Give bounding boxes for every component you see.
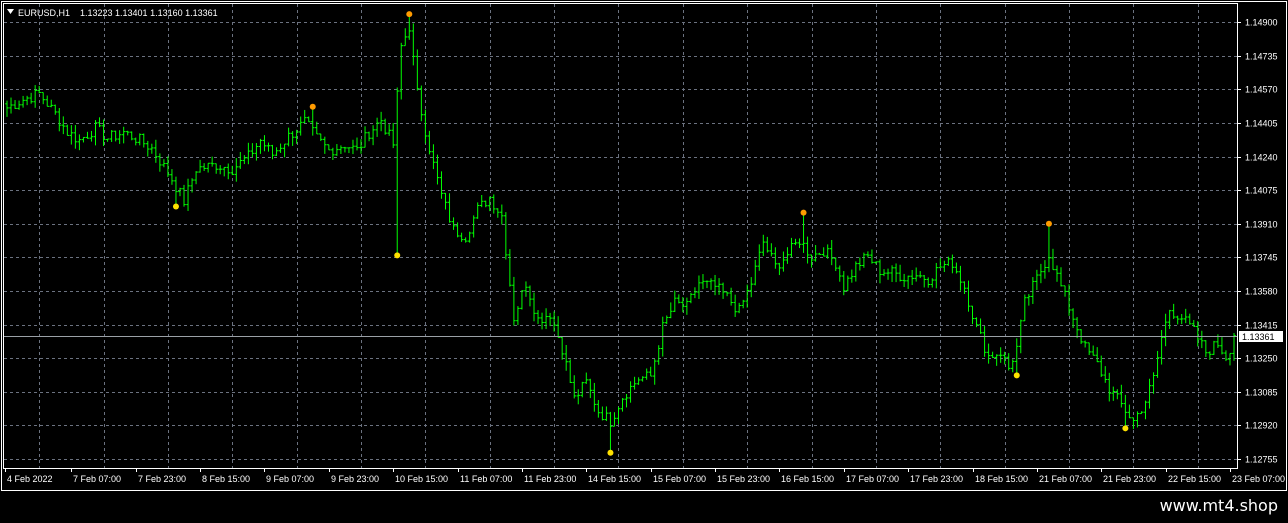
price-axis-label: 1.14900 (1245, 18, 1278, 28)
time-axis-label: 17 Feb 07:00 (846, 474, 899, 484)
price-axis-label: 1.14075 (1245, 186, 1278, 196)
price-axis-label: 1.13085 (1245, 388, 1278, 398)
time-axis-label: 8 Feb 15:00 (202, 474, 250, 484)
time-axis-label: 15 Feb 23:00 (717, 474, 770, 484)
time-axis-label: 7 Feb 07:00 (73, 474, 121, 484)
watermark-text: www.mt4.shop (1160, 496, 1278, 515)
symbol-label: EURUSD,H1 (18, 8, 70, 18)
time-axis-label: 22 Feb 15:00 (1168, 474, 1221, 484)
time-axis-label: 18 Feb 15:00 (975, 474, 1028, 484)
time-axis-label: 4 Feb 2022 (7, 474, 53, 484)
time-axis-label: 14 Feb 15:00 (588, 474, 641, 484)
fractal-low-marker (1122, 425, 1129, 432)
time-axis-label: 23 Feb 07:00 (1232, 474, 1285, 484)
time-axis-label: 9 Feb 23:00 (331, 474, 379, 484)
fractal-high-marker (800, 209, 807, 216)
price-axis-label: 1.13580 (1245, 287, 1278, 297)
price-axis-label: 1.12755 (1245, 455, 1278, 465)
time-axis-label: 17 Feb 23:00 (910, 474, 963, 484)
price-axis-label: 1.13745 (1245, 253, 1278, 263)
fractal-high-marker (309, 103, 316, 110)
time-axis-label: 21 Feb 23:00 (1103, 474, 1156, 484)
price-axis-label: 1.14570 (1245, 85, 1278, 95)
current-price-label: 1.13361 (1242, 332, 1275, 342)
chart-background (0, 0, 1288, 523)
time-axis-label: 11 Feb 07:00 (460, 474, 512, 484)
price-axis-label: 1.12920 (1245, 421, 1278, 431)
fractal-low-marker (172, 203, 179, 210)
fractal-low-marker (1013, 372, 1020, 379)
chart-canvas[interactable]: 1.14900 1.14735 1.14570 1.14405 1.14240 1.140… (0, 0, 1288, 523)
price-axis-label: 1.13415 (1245, 321, 1278, 331)
fractal-low-marker (607, 449, 614, 456)
price-axis-label: 1.14735 (1245, 52, 1278, 62)
price-axis-label: 1.13250 (1245, 354, 1278, 364)
time-axis-label: 16 Feb 15:00 (781, 474, 834, 484)
chart-window[interactable]: 1.14900 1.14735 1.14570 1.14405 1.14240 1.140… (0, 0, 1288, 523)
time-axis-label: 21 Feb 07:00 (1039, 474, 1092, 484)
time-axis-label: 15 Feb 07:00 (653, 474, 706, 484)
time-axis-label: 11 Feb 23:00 (524, 474, 576, 484)
current-price-tag: 1.13361 (1239, 331, 1283, 342)
price-axis-label: 1.14405 (1245, 119, 1278, 129)
time-axis-label: 7 Feb 23:00 (138, 474, 186, 484)
watermark-strip (0, 492, 1288, 523)
time-axis-label: 10 Feb 15:00 (395, 474, 448, 484)
fractal-high-marker (406, 11, 413, 18)
fractal-low-marker (394, 252, 401, 259)
price-axis-label: 1.13910 (1245, 220, 1278, 230)
fractal-high-marker (1045, 220, 1052, 227)
ohlc-values: 1.13223 1.13401 1.13160 1.13361 (80, 8, 218, 18)
time-axis-label: 9 Feb 07:00 (266, 474, 314, 484)
price-axis-label: 1.14240 (1245, 153, 1278, 163)
